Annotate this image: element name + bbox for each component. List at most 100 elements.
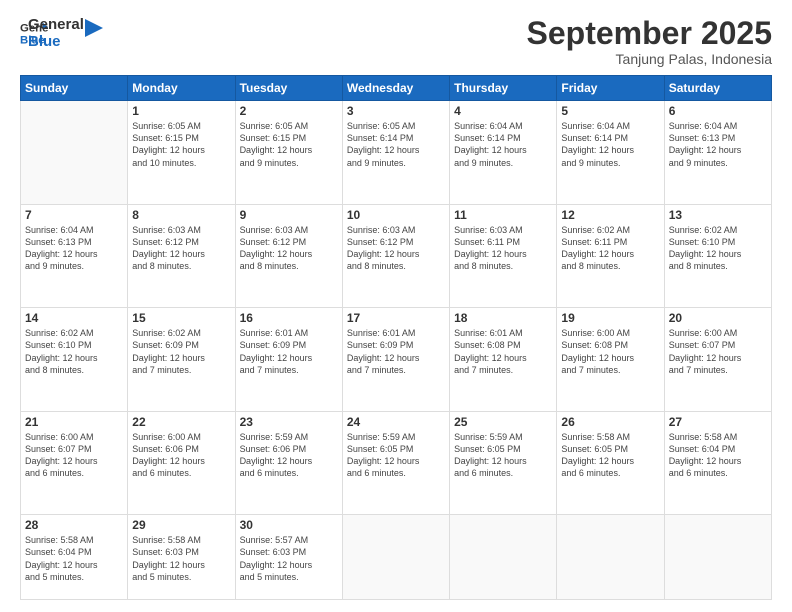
day-number: 29 [132, 518, 230, 532]
calendar-cell [664, 515, 771, 600]
weekday-header-tuesday: Tuesday [235, 76, 342, 101]
calendar-cell [450, 515, 557, 600]
calendar-cell: 14Sunrise: 6:02 AMSunset: 6:10 PMDayligh… [21, 308, 128, 412]
day-number: 9 [240, 208, 338, 222]
weekday-header-saturday: Saturday [664, 76, 771, 101]
day-number: 14 [25, 311, 123, 325]
day-info: Sunrise: 6:02 AMSunset: 6:10 PMDaylight:… [669, 224, 767, 273]
day-number: 19 [561, 311, 659, 325]
calendar-cell: 28Sunrise: 5:58 AMSunset: 6:04 PMDayligh… [21, 515, 128, 600]
calendar-cell: 5 Sunrise: 6:04 AMSunset: 6:14 PMDaylight… [557, 101, 664, 205]
day-number: 25 [454, 415, 552, 429]
day-info: Sunrise: 6:00 AMSunset: 6:06 PMDaylight:… [132, 431, 230, 480]
day-info: Sunrise: 6:00 AMSunset: 6:08 PMDaylight:… [561, 327, 659, 376]
location: Tanjung Palas, Indonesia [527, 51, 772, 67]
calendar-table: SundayMondayTuesdayWednesdayThursdayFrid… [20, 75, 772, 600]
day-number: 12 [561, 208, 659, 222]
day-number: 28 [25, 518, 123, 532]
calendar-cell: 11 Sunrise: 6:03 AMSunset: 6:11 PMDayligh… [450, 204, 557, 308]
day-info: Sunrise: 6:03 AMSunset: 6:12 PMDaylight:… [132, 224, 230, 273]
calendar-cell: 2 Sunrise: 6:05 AMSunset: 6:15 PMDaylight… [235, 101, 342, 205]
day-info: Sunrise: 6:04 AMSunset: 6:14 PMDaylight:… [454, 120, 552, 169]
calendar-week-1: 7 Sunrise: 6:04 AMSunset: 6:13 PMDaylight… [21, 204, 772, 308]
logo-arrow-icon [85, 19, 103, 37]
month-title: September 2025 [527, 16, 772, 51]
logo: General Blue General Blue [20, 16, 103, 51]
calendar-cell: 24Sunrise: 5:59 AMSunset: 6:05 PMDayligh… [342, 411, 449, 515]
day-info: Sunrise: 5:58 AMSunset: 6:05 PMDaylight:… [561, 431, 659, 480]
day-number: 20 [669, 311, 767, 325]
calendar-cell: 21 Sunrise: 6:00 AMSunset: 6:07 PMDayligh… [21, 411, 128, 515]
calendar-cell: 10 Sunrise: 6:03 AMSunset: 6:12 PMDayligh… [342, 204, 449, 308]
calendar-cell: 22Sunrise: 6:00 AMSunset: 6:06 PMDayligh… [128, 411, 235, 515]
day-number: 30 [240, 518, 338, 532]
day-number: 2 [240, 104, 338, 118]
calendar-cell: 6 Sunrise: 6:04 AMSunset: 6:13 PMDaylight… [664, 101, 771, 205]
calendar-cell: 4Sunrise: 6:04 AMSunset: 6:14 PMDaylight… [450, 101, 557, 205]
day-number: 17 [347, 311, 445, 325]
day-info: Sunrise: 6:01 AMSunset: 6:08 PMDaylight:… [454, 327, 552, 376]
weekday-header-wednesday: Wednesday [342, 76, 449, 101]
day-info: Sunrise: 6:00 AMSunset: 6:07 PMDaylight:… [669, 327, 767, 376]
calendar-cell: 27Sunrise: 5:58 AMSunset: 6:04 PMDayligh… [664, 411, 771, 515]
calendar-cell: 19 Sunrise: 6:00 AMSunset: 6:08 PMDayligh… [557, 308, 664, 412]
calendar-week-0: 1Sunrise: 6:05 AMSunset: 6:15 PMDaylight… [21, 101, 772, 205]
day-number: 5 [561, 104, 659, 118]
day-info: Sunrise: 6:05 AMSunset: 6:15 PMDaylight:… [240, 120, 338, 169]
weekday-header-thursday: Thursday [450, 76, 557, 101]
logo-line1: General [28, 16, 84, 33]
calendar-cell: 12 Sunrise: 6:02 AMSunset: 6:11 PMDayligh… [557, 204, 664, 308]
day-info: Sunrise: 6:04 AMSunset: 6:13 PMDaylight:… [25, 224, 123, 273]
day-info: Sunrise: 5:57 AMSunset: 6:03 PMDaylight:… [240, 534, 338, 583]
day-number: 6 [669, 104, 767, 118]
day-info: Sunrise: 6:02 AMSunset: 6:11 PMDaylight:… [561, 224, 659, 273]
day-info: Sunrise: 5:58 AMSunset: 6:04 PMDaylight:… [669, 431, 767, 480]
calendar-cell: 20 Sunrise: 6:00 AMSunset: 6:07 PMDayligh… [664, 308, 771, 412]
header: General Blue General Blue September 2025… [20, 16, 772, 67]
day-info: Sunrise: 6:00 AMSunset: 6:07 PMDaylight:… [25, 431, 123, 480]
day-number: 16 [240, 311, 338, 325]
day-info: Sunrise: 5:59 AMSunset: 6:06 PMDaylight:… [240, 431, 338, 480]
day-number: 15 [132, 311, 230, 325]
calendar-cell [557, 515, 664, 600]
day-info: Sunrise: 6:03 AMSunset: 6:12 PMDaylight:… [240, 224, 338, 273]
day-number: 3 [347, 104, 445, 118]
calendar-week-4: 28Sunrise: 5:58 AMSunset: 6:04 PMDayligh… [21, 515, 772, 600]
day-info: Sunrise: 6:02 AMSunset: 6:09 PMDaylight:… [132, 327, 230, 376]
calendar-cell: 25 Sunrise: 5:59 AMSunset: 6:05 PMDayligh… [450, 411, 557, 515]
day-number: 8 [132, 208, 230, 222]
calendar-cell: 29 Sunrise: 5:58 AMSunset: 6:03 PMDayligh… [128, 515, 235, 600]
day-info: Sunrise: 5:58 AMSunset: 6:03 PMDaylight:… [132, 534, 230, 583]
day-number: 26 [561, 415, 659, 429]
day-number: 7 [25, 208, 123, 222]
day-info: Sunrise: 5:59 AMSunset: 6:05 PMDaylight:… [454, 431, 552, 480]
day-info: Sunrise: 6:01 AMSunset: 6:09 PMDaylight:… [240, 327, 338, 376]
calendar-week-3: 21 Sunrise: 6:00 AMSunset: 6:07 PMDayligh… [21, 411, 772, 515]
weekday-header-sunday: Sunday [21, 76, 128, 101]
weekday-header-friday: Friday [557, 76, 664, 101]
calendar-cell: 16 Sunrise: 6:01 AMSunset: 6:09 PMDayligh… [235, 308, 342, 412]
day-number: 10 [347, 208, 445, 222]
day-number: 13 [669, 208, 767, 222]
calendar-cell: 17Sunrise: 6:01 AMSunset: 6:09 PMDayligh… [342, 308, 449, 412]
day-info: Sunrise: 6:05 AMSunset: 6:15 PMDaylight:… [132, 120, 230, 169]
calendar-cell: 18 Sunrise: 6:01 AMSunset: 6:08 PMDayligh… [450, 308, 557, 412]
calendar-cell: 1Sunrise: 6:05 AMSunset: 6:15 PMDaylight… [128, 101, 235, 205]
day-info: Sunrise: 6:05 AMSunset: 6:14 PMDaylight:… [347, 120, 445, 169]
day-info: Sunrise: 6:03 AMSunset: 6:11 PMDaylight:… [454, 224, 552, 273]
calendar-week-2: 14Sunrise: 6:02 AMSunset: 6:10 PMDayligh… [21, 308, 772, 412]
day-number: 11 [454, 208, 552, 222]
day-info: Sunrise: 5:59 AMSunset: 6:05 PMDaylight:… [347, 431, 445, 480]
calendar-cell: 3 Sunrise: 6:05 AMSunset: 6:14 PMDaylight… [342, 101, 449, 205]
calendar-cell: 23Sunrise: 5:59 AMSunset: 6:06 PMDayligh… [235, 411, 342, 515]
day-info: Sunrise: 6:04 AMSunset: 6:14 PMDaylight:… [561, 120, 659, 169]
day-number: 21 [25, 415, 123, 429]
calendar-cell: 7 Sunrise: 6:04 AMSunset: 6:13 PMDaylight… [21, 204, 128, 308]
day-info: Sunrise: 6:03 AMSunset: 6:12 PMDaylight:… [347, 224, 445, 273]
calendar-header-row: SundayMondayTuesdayWednesdayThursdayFrid… [21, 76, 772, 101]
page: General Blue General Blue September 2025… [0, 0, 792, 612]
calendar-cell [21, 101, 128, 205]
day-number: 18 [454, 311, 552, 325]
day-info: Sunrise: 6:04 AMSunset: 6:13 PMDaylight:… [669, 120, 767, 169]
calendar-cell [342, 515, 449, 600]
